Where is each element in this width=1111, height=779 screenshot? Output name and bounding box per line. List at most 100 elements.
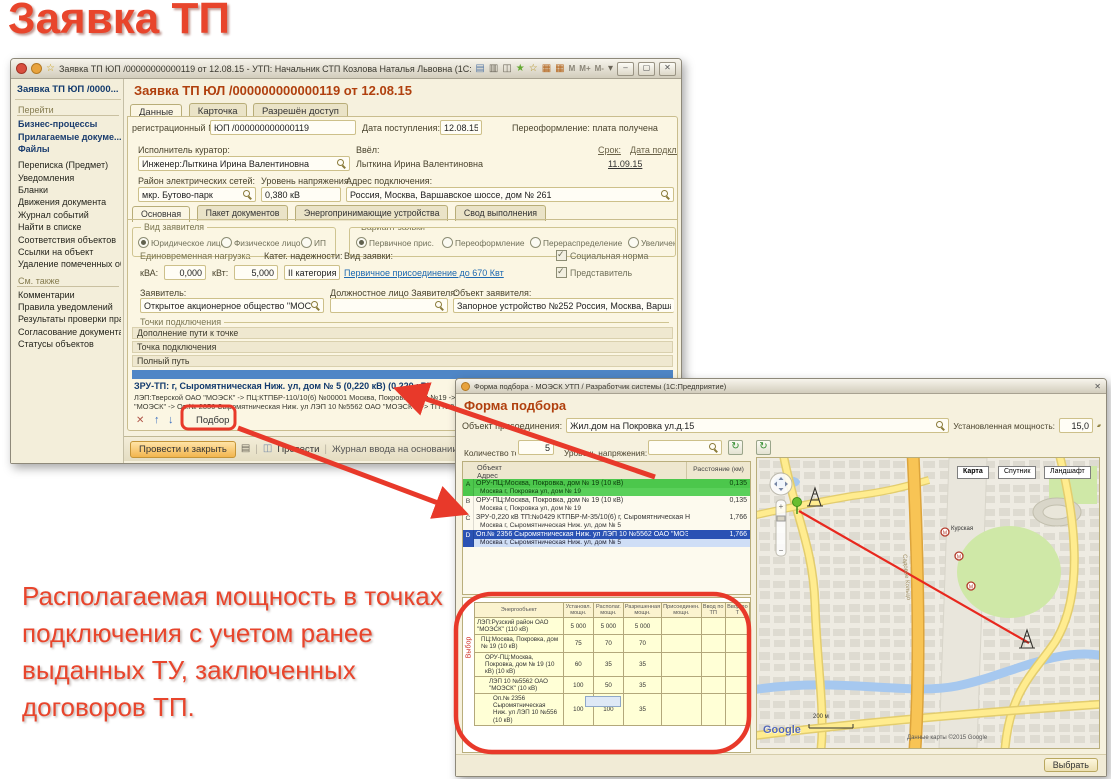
memory-button[interactable]: М xyxy=(569,64,576,74)
search-icon[interactable] xyxy=(311,301,320,310)
maximize-button[interactable]: ▢ xyxy=(638,62,655,76)
memory-plus-button[interactable]: М+ xyxy=(579,64,590,74)
list-row-a[interactable]: A ОРУ-ПЦ:Москва, Покровка, дом № 19 (10 … xyxy=(463,479,750,496)
pick-button[interactable]: Подбор xyxy=(190,413,235,428)
curator-input[interactable]: Инженер:Лыткина Ирина Валентиновна xyxy=(138,156,350,171)
sidebar-item-doc-approval[interactable]: Согласование документа xyxy=(15,326,121,338)
search-icon[interactable] xyxy=(661,190,670,199)
sidebar-item-notifications[interactable]: Уведомления xyxy=(15,172,121,184)
applicant-object-input[interactable]: Запорное устройство №252 Россия, Москва,… xyxy=(453,298,674,313)
popup-object-input[interactable]: Жил.дом на Покровка ул.д.15 xyxy=(566,418,949,433)
cp-header-full-path[interactable]: Полный путь xyxy=(132,355,673,367)
close-icon[interactable]: ✕ xyxy=(1094,382,1101,391)
post-and-close-button[interactable]: Провести и закрыть xyxy=(130,441,236,458)
search-icon[interactable] xyxy=(243,190,252,199)
address-input[interactable]: Россия, Москва, Варшавское шоссе, дом № … xyxy=(346,187,674,202)
request-kind-link[interactable]: Первичное присоединение до 670 Квт xyxy=(344,268,504,278)
calendar31-icon[interactable]: ▦ xyxy=(555,64,564,74)
official-input[interactable] xyxy=(330,298,448,313)
sidebar-item-files[interactable]: Файлы xyxy=(15,143,121,155)
refresh-icon[interactable]: ↻ xyxy=(728,440,743,455)
cp-selected-title[interactable]: ЗРУ-ТП: г, Сыромятническая Ниж. ул, дом … xyxy=(134,381,430,391)
spinner-icon[interactable]: ▴▾ xyxy=(1097,423,1100,429)
map-button-satellite[interactable]: Спутник xyxy=(998,466,1036,479)
power-row[interactable]: ЛЭП 10 №5562 ОАО "МОЭСК" (10 кВ) 100 50 … xyxy=(475,676,750,693)
sidebar-item-doc-movements[interactable]: Движения документа xyxy=(15,196,121,208)
sidebar-item-attached-docs[interactable]: Прилагаемые докуме... xyxy=(15,130,121,142)
connection-date-value[interactable]: 11.09.15 xyxy=(608,159,642,169)
list-row-d-selected[interactable]: D Оп.№ 2356 Сыромятническая Ниж. ул ЛЭП … xyxy=(463,530,750,547)
move-up-icon[interactable]: ↑ xyxy=(154,414,160,426)
cp-header-path-addition[interactable]: Дополнение пути к точке xyxy=(132,327,673,339)
window-title: Заявка ТП ЮП /00000000000119 от 12.08.15… xyxy=(59,64,471,74)
sidebar-item-correspondence[interactable]: Переписка (Предмет) xyxy=(15,159,121,171)
radio-individual[interactable]: Физическое лицо xyxy=(221,237,300,248)
journal-button[interactable]: Журнал ввода на основании xyxy=(332,444,458,455)
applicant-input[interactable]: Открытое акционерное общество "МОСГАЗ" xyxy=(140,298,324,313)
reg-number-input[interactable]: ЮП /000000000000119 xyxy=(210,120,356,135)
district-input[interactable]: мкр. Бутово-парк xyxy=(138,187,256,202)
minimize-button[interactable]: – xyxy=(617,62,634,76)
radio-redistribution[interactable]: Перераспределение xyxy=(530,237,622,248)
receipt-date-input[interactable]: 12.08.15 xyxy=(440,120,482,135)
radio-reissue[interactable]: Переоформление xyxy=(442,237,524,248)
power-total-input[interactable] xyxy=(585,696,621,707)
move-down-icon[interactable]: ↓ xyxy=(168,414,174,426)
favorites-star-icon[interactable]: ☆ xyxy=(46,64,55,74)
save-icon[interactable]: ▤ xyxy=(475,64,484,74)
count-input[interactable]: 5 xyxy=(518,440,554,455)
doc-title: Заявка ТП ЮЛ /000000000000119 от 12.08.1… xyxy=(134,83,412,98)
sidebar-item-check-results[interactable]: Результаты проверки пра... xyxy=(15,313,121,325)
sidebar-item-notification-rules[interactable]: Правила уведомлений xyxy=(15,301,121,313)
search-icon[interactable] xyxy=(936,421,945,430)
radio-legal-entity[interactable]: Юридическое лицо xyxy=(138,237,225,248)
radio-increase[interactable]: Увеличение xyxy=(628,237,676,248)
kva-input[interactable]: 0,000 xyxy=(164,265,206,280)
select-button[interactable]: Выбрать xyxy=(1044,758,1098,772)
radio-primary[interactable]: Первичное прис. xyxy=(356,237,434,248)
kvt-input[interactable]: 5,000 xyxy=(234,265,278,280)
representative-checkbox[interactable]: Представитель xyxy=(556,267,632,278)
post-button[interactable]: Провести xyxy=(277,444,319,455)
close-button[interactable]: ✕ xyxy=(659,62,676,76)
map-button-map[interactable]: Карта xyxy=(957,466,989,479)
memory-minus-button[interactable]: М- xyxy=(595,64,604,74)
voltage-input[interactable]: 0,380 кВ xyxy=(261,187,341,202)
power-row[interactable]: ЛЭП:Рузский район ОАО "МОЭСК" (110 кВ) 5… xyxy=(475,618,750,635)
list-row-c[interactable]: C ЗРУ-0,220 кВ ТП:№0429 КТПБР-М-35/10(6)… xyxy=(463,513,750,530)
delete-row-icon[interactable]: ✕ xyxy=(136,415,144,426)
search-icon[interactable] xyxy=(435,301,444,310)
search-icon[interactable] xyxy=(337,159,346,168)
list-row-b[interactable]: B ОРУ-ПЦ:Москва, Покровка, дом № 19 (10 … xyxy=(463,496,750,513)
sidebar-item-object-links[interactable]: Ссылки на объект xyxy=(15,246,121,258)
map-container[interactable]: М М М + − xyxy=(756,457,1100,749)
sidebar-item-object-statuses[interactable]: Статусы объектов xyxy=(15,338,121,350)
sidebar-item-business-processes[interactable]: Бизнес-процессы xyxy=(15,118,121,130)
refresh-map-icon[interactable]: ↻ xyxy=(756,440,771,455)
sidebar-item-comments[interactable]: Комментарии xyxy=(15,289,121,301)
radio-ip[interactable]: ИП xyxy=(301,237,326,248)
search-icon[interactable] xyxy=(709,443,718,452)
sidebar-item-delete-marked[interactable]: Удаление помеченных об... xyxy=(15,258,121,270)
chevron-down-icon[interactable]: ▾ xyxy=(608,64,613,74)
cp-header-connection-point[interactable]: Точка подключения xyxy=(132,341,673,353)
power-row[interactable]: ПЦ:Москва, Покровка, дом № 19 (10 кВ) 75… xyxy=(475,635,750,652)
sidebar-item-object-matches[interactable]: Соответствия объектов xyxy=(15,233,121,245)
save-icon[interactable]: ▤ xyxy=(241,444,250,454)
favorites-icon[interactable]: ☆ xyxy=(529,64,538,74)
print-icon[interactable]: ▥ xyxy=(489,64,498,74)
history-icon[interactable]: ★ xyxy=(516,64,525,74)
sidebar-item-find-in-list[interactable]: Найти в списке xyxy=(15,221,121,233)
category-input[interactable]: II категория xyxy=(284,265,340,280)
social-norm-checkbox[interactable]: Социальная норма xyxy=(556,250,648,261)
sidebar-item-blanks[interactable]: Бланки xyxy=(15,184,121,196)
sidebar-item-event-log[interactable]: Журнал событий xyxy=(15,209,121,221)
popup-voltage-input[interactable] xyxy=(648,440,722,455)
preview-icon[interactable]: ◫ xyxy=(502,64,511,74)
menu-icon[interactable] xyxy=(31,63,42,74)
installed-power-input[interactable]: 15,0 xyxy=(1059,418,1093,433)
col-distance[interactable]: Расстояние (км) xyxy=(686,462,750,479)
map-button-terrain[interactable]: Ландшафт xyxy=(1044,466,1091,479)
calendar-icon[interactable]: ▦ xyxy=(542,64,551,74)
power-row[interactable]: ОРУ-ПЦ:Москва, Покровка, дом № 19 (10 кВ… xyxy=(475,652,750,676)
